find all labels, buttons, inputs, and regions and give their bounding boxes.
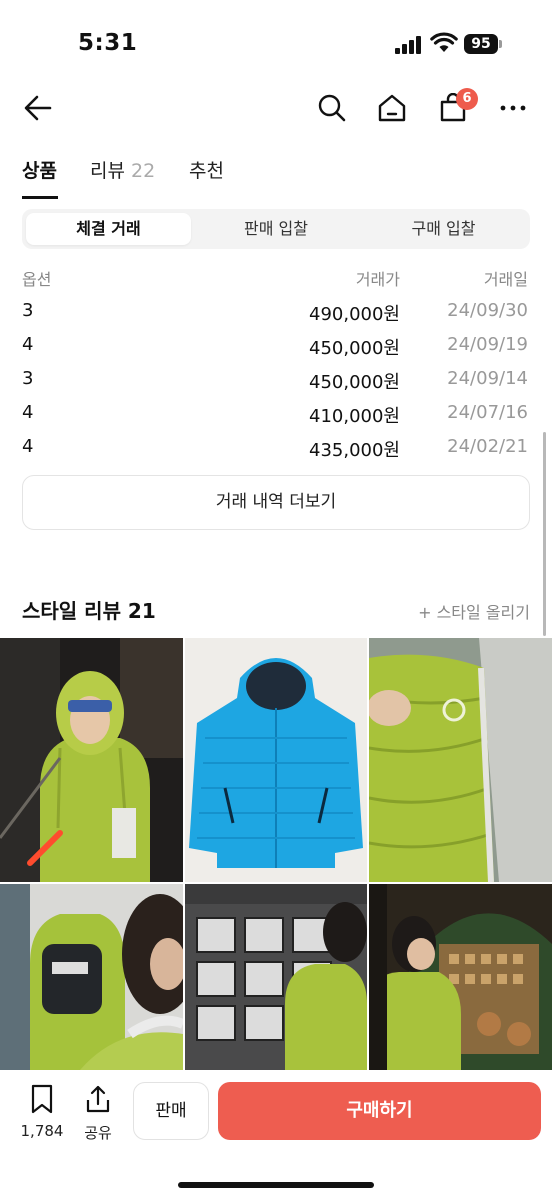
style-photo[interactable] — [369, 884, 552, 1070]
tab-label: 리뷰 — [90, 160, 125, 182]
row-option: 3 — [22, 300, 34, 321]
table-row: 4 410,000원 24/07/16 — [22, 398, 530, 428]
back-arrow-icon — [24, 95, 52, 121]
table-row: 3 450,000원 24/09/14 — [22, 364, 530, 394]
column-price: 거래가 — [355, 270, 400, 289]
style-photo[interactable] — [369, 638, 552, 882]
table-row: 4 450,000원 24/09/19 — [22, 330, 530, 360]
status-time: 5:31 — [78, 30, 138, 56]
style-photo[interactable] — [0, 638, 183, 882]
column-date: 거래일 — [483, 270, 528, 289]
segment-completed-trades[interactable]: 체결 거래 — [26, 213, 191, 245]
back-button[interactable] — [18, 86, 58, 130]
tab-product[interactable]: 상품 — [22, 156, 57, 183]
search-button[interactable] — [312, 86, 352, 130]
style-photo-grid — [0, 638, 552, 1070]
product-tabs: 상품 리뷰 22 추천 — [0, 150, 552, 200]
cart-count-badge: 6 — [456, 88, 478, 110]
wifi-icon — [430, 32, 458, 52]
table-row: 3 490,000원 24/09/30 — [22, 296, 530, 326]
home-icon — [378, 94, 406, 122]
trade-type-segmented-control: 체결 거래 판매 입찰 구매 입찰 — [22, 209, 530, 249]
home-button[interactable] — [372, 86, 412, 130]
cellular-signal-icon — [395, 36, 423, 54]
row-option: 4 — [22, 402, 34, 423]
tab-label: 상품 — [22, 160, 57, 182]
bottom-action-bar: 1,784 공유 판매 구매하기 — [0, 1070, 552, 1200]
scrollbar[interactable] — [543, 432, 546, 636]
row-option: 4 — [22, 334, 34, 355]
row-option: 3 — [22, 368, 34, 389]
style-review-title: 스타일 리뷰 21 — [22, 599, 156, 623]
row-date: 24/07/16 — [447, 402, 528, 423]
style-photo[interactable] — [0, 884, 183, 1070]
segment-sell-bids[interactable]: 판매 입찰 — [194, 213, 358, 245]
share-label: 공유 — [84, 1124, 112, 1142]
column-option: 옵션 — [22, 270, 52, 289]
share-button[interactable]: 공유 — [78, 1084, 118, 1143]
tab-review[interactable]: 리뷰 22 — [90, 156, 155, 183]
search-icon — [318, 94, 346, 122]
upload-style-button[interactable]: + 스타일 올리기 — [418, 599, 530, 623]
bookmark-button[interactable]: 1,784 — [20, 1084, 64, 1140]
review-count: 22 — [131, 160, 156, 182]
segment-buy-bids[interactable]: 구매 입찰 — [361, 213, 526, 245]
row-option: 4 — [22, 436, 34, 457]
row-price: 435,000원 — [309, 440, 400, 461]
view-more-trades-button[interactable]: 거래 내역 더보기 — [22, 475, 530, 530]
row-date: 24/02/21 — [447, 436, 528, 457]
active-tab-indicator — [22, 196, 58, 199]
row-price: 450,000원 — [309, 338, 400, 359]
tab-recommend[interactable]: 추천 — [189, 156, 224, 183]
bookmark-count: 1,784 — [20, 1122, 64, 1140]
row-date: 24/09/30 — [447, 300, 528, 321]
table-row: 4 435,000원 24/02/21 — [22, 432, 530, 462]
more-icon — [500, 105, 526, 111]
home-indicator — [178, 1182, 374, 1188]
style-photo[interactable] — [185, 884, 367, 1070]
style-photo[interactable] — [185, 638, 367, 882]
sell-button[interactable]: 판매 — [133, 1082, 209, 1140]
row-price: 450,000원 — [309, 372, 400, 393]
row-date: 24/09/14 — [447, 368, 528, 389]
share-icon — [86, 1085, 110, 1113]
buy-button[interactable]: 구매하기 — [218, 1082, 541, 1140]
row-price: 410,000원 — [309, 406, 400, 427]
battery-level: 95 — [464, 34, 498, 54]
bookmark-icon — [31, 1084, 53, 1114]
battery-icon: 95 — [464, 34, 502, 54]
row-price: 490,000원 — [309, 304, 400, 325]
more-options-button[interactable] — [493, 86, 533, 130]
row-date: 24/09/19 — [447, 334, 528, 355]
trade-table-header: 옵션 거래가 거래일 — [22, 262, 530, 290]
status-bar: 5:31 95 — [0, 0, 552, 90]
tab-label: 추천 — [189, 160, 224, 182]
